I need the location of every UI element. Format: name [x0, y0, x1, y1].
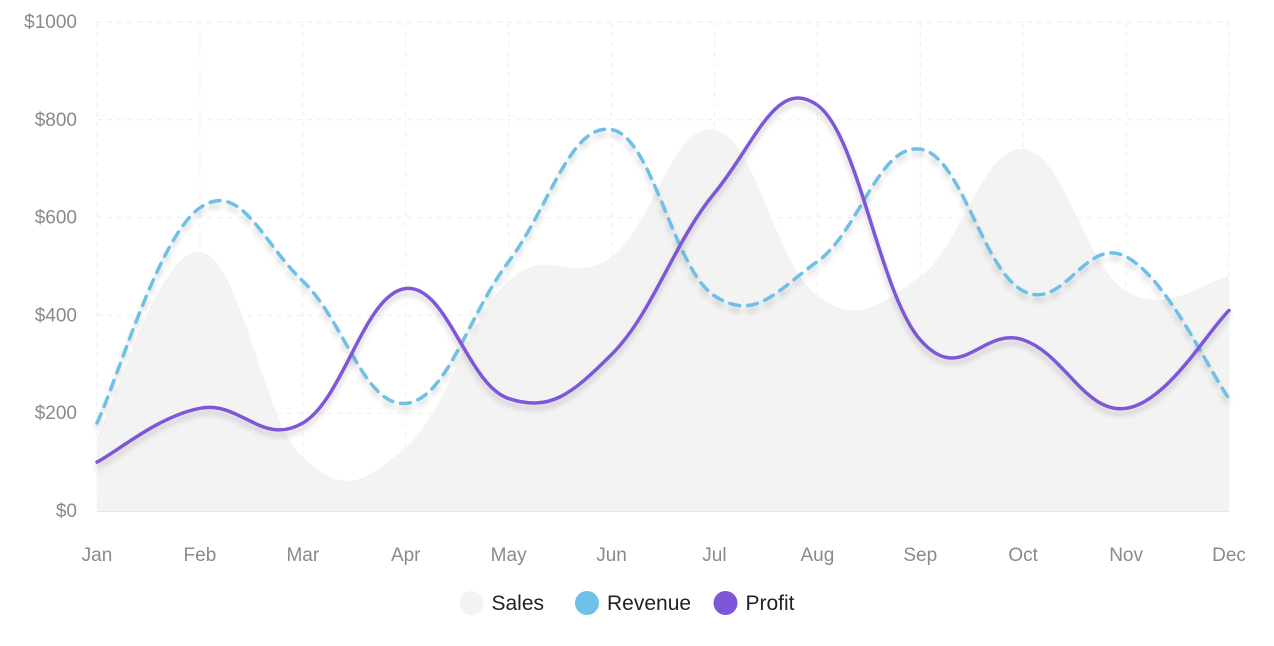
x-tick-label: Jul — [702, 545, 726, 566]
legend-item-sales[interactable]: Sales — [459, 591, 545, 615]
x-tick-label: Jan — [82, 545, 113, 566]
x-tick-label: Dec — [1212, 545, 1246, 566]
x-tick-label: Jun — [596, 545, 627, 566]
y-tick-label: $400 — [35, 305, 77, 326]
chart: $0$200$400$600$800$1000 Jan Feb Mar Apr May J… — [24, 12, 1246, 615]
x-tick-label: Aug — [800, 545, 834, 566]
legend-label: Revenue — [607, 592, 691, 615]
series-layer — [95, 96, 1231, 511]
y-axis: $0 $200 $400 $600 $800 $1000 — [24, 12, 77, 522]
series-area-sales — [97, 129, 1229, 511]
legend[interactable]: Sales Revenue Profit — [459, 591, 795, 615]
x-axis: Jan Feb Mar Apr May Jun Jul Aug Sep Oct Nov Dec — [82, 510, 1246, 566]
x-tick-label: Sep — [903, 545, 937, 566]
y-tick-label: $1000 — [24, 12, 77, 33]
legend-swatch — [459, 591, 484, 615]
x-tick-label: Feb — [184, 545, 217, 566]
legend-swatch — [575, 591, 599, 615]
x-tick-label: Apr — [391, 545, 421, 566]
legend-swatch — [713, 591, 738, 615]
y-tick-label: $600 — [35, 208, 77, 229]
x-tick-label: Nov — [1109, 545, 1143, 566]
y-tick-label: $0 — [56, 501, 77, 522]
legend-item-revenue[interactable]: Revenue — [575, 591, 691, 615]
y-tick-label: $200 — [35, 403, 77, 424]
legend-item-profit[interactable]: Profit — [713, 591, 795, 615]
x-tick-label: Mar — [286, 545, 319, 566]
x-tick-label: Oct — [1008, 545, 1038, 566]
legend-label: Sales — [492, 592, 545, 615]
x-tick-label: May — [491, 545, 527, 566]
legend-label: Profit — [746, 592, 795, 615]
y-tick-label: $800 — [35, 110, 77, 131]
